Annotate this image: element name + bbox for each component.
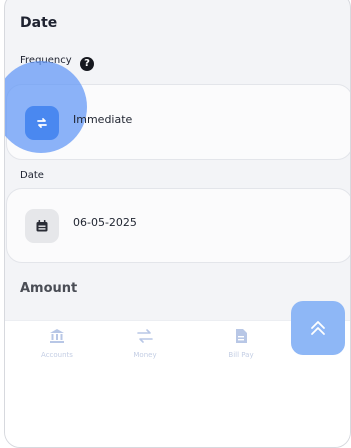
nav-money-label: Money bbox=[133, 351, 157, 359]
scroll-to-top-button[interactable] bbox=[291, 301, 345, 355]
repeat-icon bbox=[25, 106, 59, 140]
question-circle-icon[interactable]: ? bbox=[80, 57, 94, 71]
date-label: Date bbox=[20, 170, 44, 181]
nav-bill-pay-label: Bill Pay bbox=[228, 351, 254, 359]
double-chevron-up-icon bbox=[311, 321, 325, 335]
nav-accounts-label: Accounts bbox=[41, 351, 73, 359]
section-title: Date bbox=[20, 15, 58, 31]
nav-money[interactable]: Money bbox=[115, 328, 175, 359]
nav-bill-pay[interactable]: Bill Pay bbox=[211, 328, 271, 359]
frequency-selector[interactable]: Immediate bbox=[5, 61, 350, 160]
transfer-arrows-icon bbox=[137, 329, 153, 343]
nav-accounts[interactable]: Accounts bbox=[27, 328, 87, 359]
date-value: 06-05-2025 bbox=[73, 216, 137, 229]
payment-form-frame: Date Frequency ? Immediate Date 06-05-20… bbox=[4, 0, 351, 448]
amount-title: Amount bbox=[20, 281, 78, 296]
frequency-value: Immediate bbox=[73, 113, 133, 126]
date-picker[interactable]: 06-05-2025 bbox=[6, 188, 350, 263]
calendar-icon bbox=[25, 209, 59, 243]
bank-icon bbox=[50, 329, 64, 343]
bill-icon bbox=[236, 329, 247, 343]
